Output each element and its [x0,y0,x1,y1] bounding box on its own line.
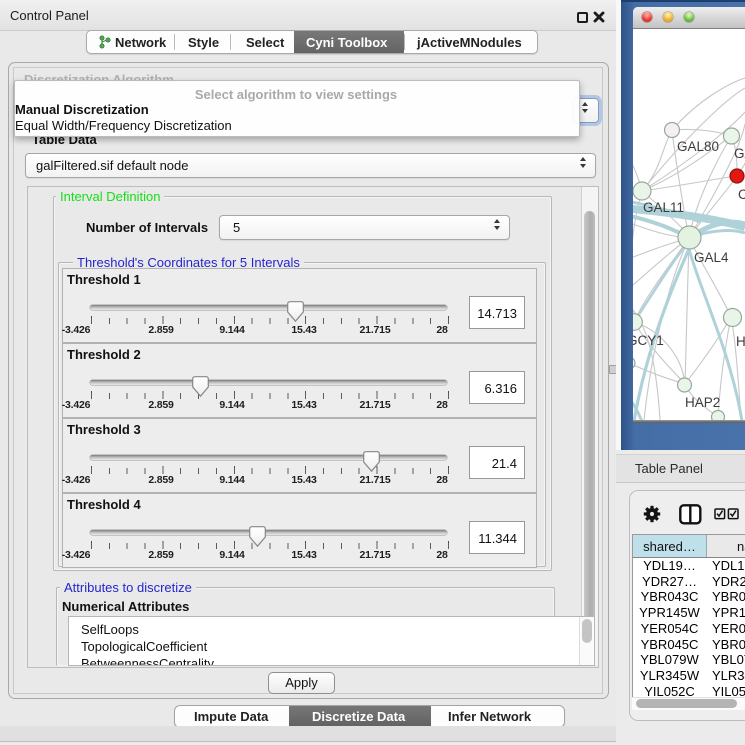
svg-text:GAL4: GAL4 [694,250,729,265]
svg-text:GCY1: GCY1 [633,333,664,348]
svg-text:HIS: HIS [736,334,745,349]
svg-text:HAP2: HAP2 [685,395,720,410]
svg-text:GAL80: GAL80 [677,139,719,154]
svg-text:CDC1: CDC1 [738,187,745,202]
svg-text:GAL11: GAL11 [643,200,684,215]
svg-text:GAL1: GAL1 [734,146,745,161]
